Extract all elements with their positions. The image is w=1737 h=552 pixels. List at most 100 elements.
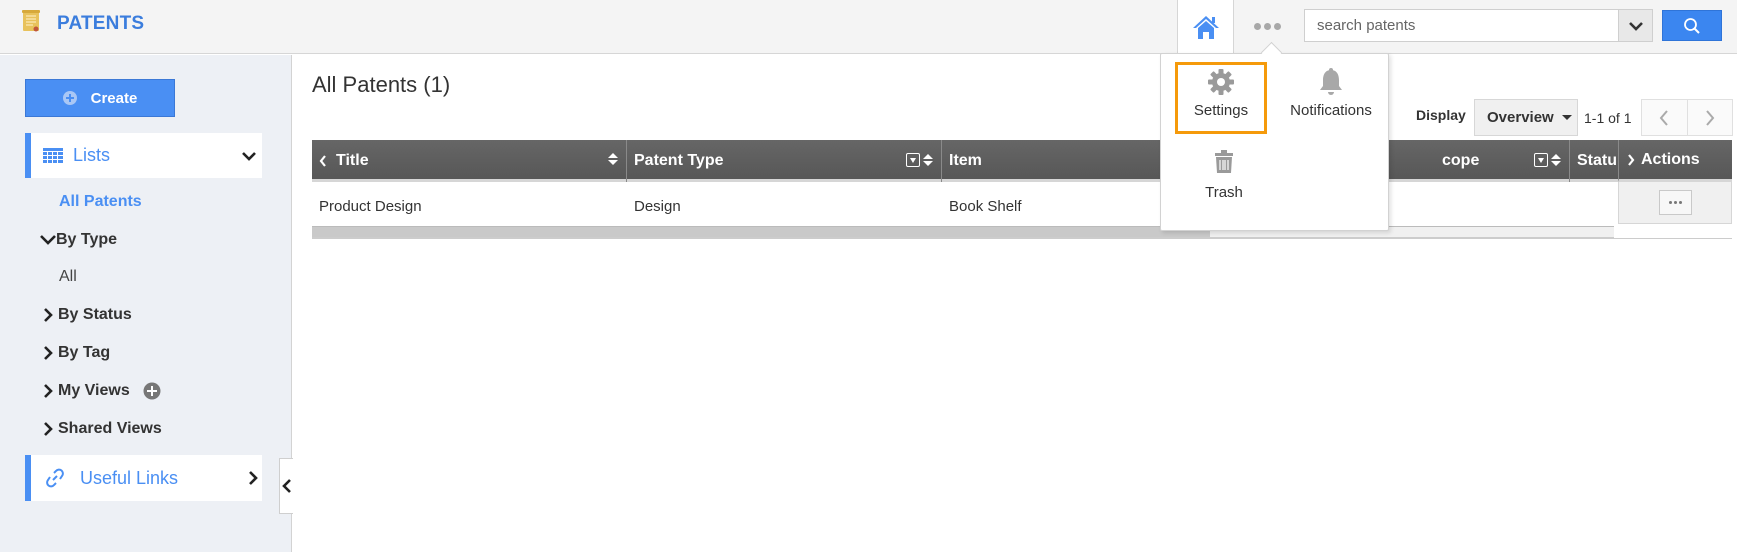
app-title[interactable]: PATENTS	[57, 13, 144, 35]
notifications-label: Notifications	[1290, 102, 1372, 119]
add-view-icon[interactable]	[143, 382, 161, 400]
plus-circle-icon	[62, 91, 77, 105]
actions-column: Actions	[1618, 140, 1732, 224]
more-dot	[1673, 201, 1677, 204]
cell-patent-type: Design	[634, 197, 681, 215]
sidebar-item-all-patents[interactable]: All Patents	[59, 193, 142, 211]
search-dropdown-button[interactable]	[1618, 10, 1652, 41]
grid-divider	[312, 238, 1732, 239]
column-status-label: Statu	[1577, 152, 1617, 169]
horizontal-scrollbar[interactable]	[312, 226, 1614, 238]
useful-links-label: Useful Links	[80, 467, 179, 488]
lists-section-header[interactable]: Lists	[25, 133, 262, 178]
column-header-title[interactable]: Title	[312, 140, 627, 182]
sidebar: Create Lists All Patents By Type All By …	[0, 55, 292, 552]
top-bar: PATENTS	[0, 0, 1737, 54]
search-box	[1304, 9, 1653, 42]
sidebar-item-by-status[interactable]: By Status	[40, 306, 132, 324]
display-select[interactable]: Overview	[1474, 99, 1578, 136]
display-label: Display	[1416, 107, 1466, 123]
create-button-label: Create	[90, 89, 138, 107]
sidebar-item-my-views[interactable]: My Views	[40, 382, 161, 400]
create-button[interactable]: Create	[25, 79, 175, 117]
cell-status	[1570, 185, 1618, 227]
row-actions-button[interactable]	[1658, 190, 1692, 215]
menu-item-notifications[interactable]: Notifications	[1281, 62, 1381, 134]
sidebar-item-shared-views[interactable]: Shared Views	[40, 420, 162, 438]
scroll-certificate-icon	[22, 10, 40, 32]
lists-label: Lists	[73, 145, 111, 165]
cell-scope	[1382, 185, 1570, 227]
column-header-scope[interactable]: cope	[1382, 140, 1570, 182]
menu-item-settings[interactable]: Settings	[1175, 62, 1267, 134]
chevron-right-icon	[44, 422, 53, 436]
cell-title: Product Design	[319, 197, 422, 215]
chevron-left-icon	[281, 479, 291, 493]
more-button[interactable]	[1243, 12, 1291, 40]
useful-links-section-header[interactable]: Useful Links	[25, 455, 262, 501]
by-status-label: By Status	[58, 306, 132, 323]
chevron-left-icon[interactable]	[319, 155, 327, 167]
sidebar-item-by-type[interactable]: By Type	[40, 231, 117, 249]
more-dot	[1273, 22, 1281, 30]
column-header-actions[interactable]: Actions	[1618, 140, 1732, 182]
my-views-label: My Views	[58, 382, 130, 399]
chevron-right-icon	[44, 308, 53, 322]
actions-label: Actions	[1641, 150, 1700, 168]
chevron-right-icon[interactable]	[1627, 153, 1635, 166]
column-patent-type-label: Patent Type	[634, 152, 724, 169]
caret-down-icon	[1561, 115, 1572, 120]
sort-icon[interactable]	[1551, 154, 1561, 166]
trash-icon	[1215, 150, 1233, 173]
calendar-grid-icon	[43, 147, 63, 163]
menu-item-trash[interactable]: Trash	[1178, 144, 1270, 216]
trash-label: Trash	[1205, 184, 1243, 201]
search-button[interactable]	[1662, 10, 1722, 41]
pager	[1641, 99, 1733, 136]
table-row[interactable]: Product Design Design Book Shelf	[312, 185, 1618, 227]
search-icon	[1684, 17, 1700, 34]
chevron-down-icon	[40, 235, 56, 245]
more-dots-icon	[1253, 22, 1261, 30]
sidebar-collapse-handle[interactable]	[279, 458, 293, 514]
more-menu-popover: Settings Notifications Trash	[1160, 53, 1389, 231]
sidebar-item-type-all[interactable]: All	[59, 268, 77, 286]
chevron-right-icon	[44, 384, 53, 398]
settings-label: Settings	[1193, 102, 1249, 119]
column-header-patent-type[interactable]: Patent Type	[627, 140, 942, 182]
chevron-left-icon	[1659, 109, 1669, 126]
next-page-button[interactable]	[1686, 100, 1733, 135]
bell-icon	[1320, 68, 1342, 95]
actions-cell	[1618, 182, 1732, 224]
filter-icon[interactable]	[1534, 153, 1548, 167]
column-title-label: Title	[336, 152, 369, 169]
chevron-down-icon	[242, 152, 256, 161]
sort-icon[interactable]	[923, 154, 933, 166]
chevron-down-icon	[1628, 21, 1643, 31]
display-select-value: Overview	[1487, 109, 1554, 126]
home-icon	[1192, 16, 1219, 39]
filter-icon[interactable]	[906, 153, 920, 167]
page-count: 1-1 of 1	[1584, 110, 1632, 126]
by-type-label: By Type	[56, 231, 118, 248]
sidebar-item-by-tag[interactable]: By Tag	[40, 344, 110, 362]
prev-page-button[interactable]	[1642, 100, 1687, 135]
gear-icon	[1208, 69, 1234, 95]
link-icon	[46, 468, 64, 488]
chevron-right-icon	[1705, 109, 1715, 126]
home-button[interactable]	[1177, 0, 1234, 54]
page-title: All Patents (1)	[312, 72, 451, 97]
scrollbar-thumb[interactable]	[312, 227, 1210, 237]
more-dots-icon	[1668, 201, 1672, 204]
more-dot	[1678, 201, 1682, 204]
by-tag-label: By Tag	[58, 344, 111, 361]
column-header-status[interactable]: Statu	[1570, 140, 1618, 182]
search-input[interactable]	[1305, 10, 1618, 41]
shared-views-label: Shared Views	[58, 420, 162, 437]
column-scope-label: cope	[1442, 152, 1480, 169]
more-dot	[1263, 22, 1271, 30]
sort-icon[interactable]	[608, 153, 618, 165]
grid-header: Title Patent Type Item cope Statu	[312, 140, 1618, 182]
column-item-label: Item	[949, 152, 982, 169]
chevron-right-icon	[249, 471, 258, 485]
